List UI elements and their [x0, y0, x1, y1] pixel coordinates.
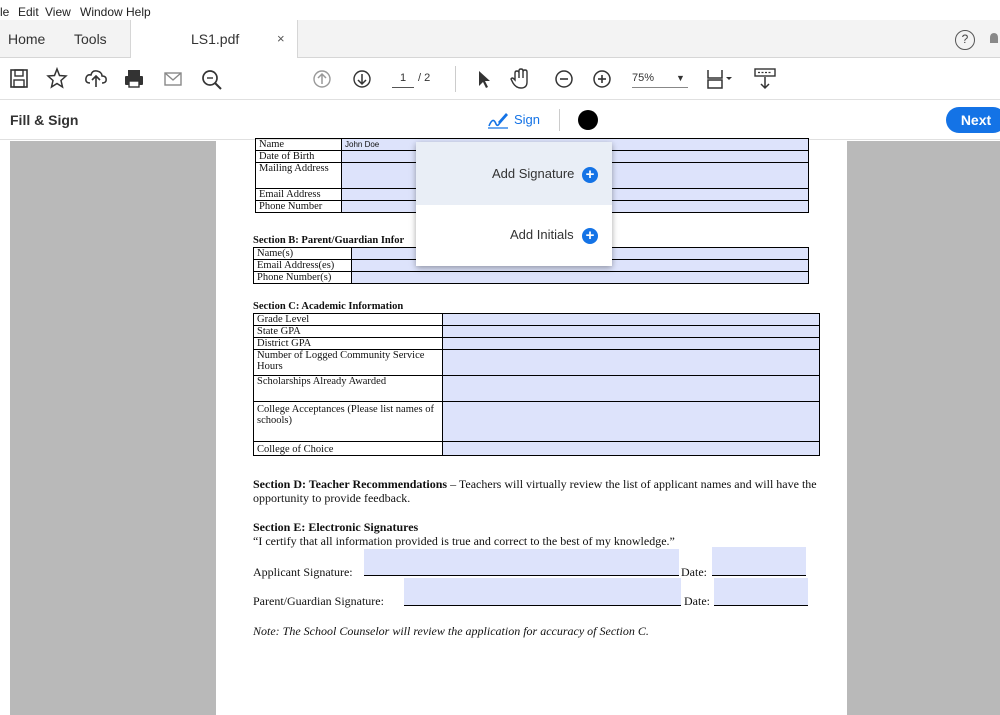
- applicant-date-label: Date:: [681, 565, 707, 579]
- menu-view[interactable]: View: [45, 5, 71, 19]
- state-gpa-field[interactable]: [442, 325, 820, 338]
- search-icon[interactable]: [200, 66, 224, 92]
- sign-dropdown-menu: Add Signature + Add Initials +: [416, 142, 612, 266]
- next-button[interactable]: Next: [946, 107, 1000, 133]
- page-up-icon[interactable]: [310, 66, 334, 92]
- menu-edit[interactable]: Edit: [18, 5, 39, 19]
- zoom-out-icon[interactable]: [552, 66, 576, 92]
- field-label: Grade Level: [253, 313, 443, 326]
- main-toolbar: 1 / 2 75% ▼: [0, 58, 1000, 100]
- page-number-input[interactable]: 1: [392, 68, 414, 88]
- pen-signature-icon: [486, 110, 510, 138]
- zoom-level-select[interactable]: 75% ▼: [632, 68, 688, 88]
- parent-date-label: Date:: [684, 594, 710, 608]
- select-cursor-icon[interactable]: [474, 66, 492, 92]
- guardian-phone-field[interactable]: [351, 271, 809, 284]
- table-row: Grade Level: [253, 313, 820, 326]
- section-c-table: Grade Level State GPA District GPA Numbe…: [253, 313, 820, 456]
- field-label: Email Address: [255, 188, 342, 201]
- field-label: Name: [255, 138, 342, 151]
- parent-signature-field[interactable]: [404, 578, 681, 606]
- table-row: Scholarships Already Awarded: [253, 375, 820, 402]
- table-row: College of Choice: [253, 441, 820, 456]
- plus-circle-icon: +: [582, 228, 598, 244]
- table-row: College Acceptances (Please list names o…: [253, 401, 820, 442]
- toolbar-divider: [455, 66, 456, 92]
- notification-icon[interactable]: [988, 30, 1000, 48]
- close-icon[interactable]: ×: [277, 20, 285, 58]
- fit-page-icon[interactable]: [704, 66, 734, 92]
- ink-color-picker[interactable]: [578, 110, 598, 130]
- applicant-signature-label: Applicant Signature:: [253, 565, 353, 579]
- section-b-title: Section B: Parent/Guardian Infor: [253, 235, 405, 246]
- field-label: Scholarships Already Awarded: [253, 375, 443, 402]
- add-initials-item[interactable]: Add Initials +: [416, 205, 612, 266]
- section-d-title: Section D: Teacher Recommendations: [253, 477, 448, 491]
- scroll-mode-icon[interactable]: [752, 66, 778, 92]
- page-down-icon[interactable]: [350, 66, 374, 92]
- district-gpa-field[interactable]: [442, 337, 820, 350]
- fill-sign-title: Fill & Sign: [10, 112, 79, 128]
- upload-cloud-icon[interactable]: [84, 66, 108, 92]
- applicant-date-field[interactable]: [712, 547, 806, 576]
- menu-file[interactable]: le: [0, 5, 9, 19]
- applicant-signature-field[interactable]: [364, 549, 679, 576]
- email-icon[interactable]: [162, 66, 184, 92]
- field-label: College of Choice: [253, 441, 443, 456]
- field-label: Name(s): [253, 247, 352, 260]
- hand-tool-icon[interactable]: [508, 66, 532, 92]
- parent-date-field[interactable]: [714, 578, 808, 606]
- print-icon[interactable]: [122, 66, 146, 92]
- field-label: Phone Number: [255, 200, 342, 213]
- tab-tools[interactable]: Tools: [74, 20, 107, 58]
- table-row: State GPA: [253, 325, 820, 338]
- college-of-choice-field[interactable]: [442, 441, 820, 456]
- tab-document-label: LS1.pdf: [191, 31, 240, 47]
- tab-document[interactable]: LS1.pdf ×: [130, 20, 298, 58]
- chevron-down-icon: ▼: [676, 73, 685, 83]
- plus-circle-icon: +: [582, 167, 598, 183]
- help-icon[interactable]: ?: [955, 30, 975, 50]
- counselor-note: Note: The School Counselor will review t…: [253, 624, 649, 638]
- viewer-left-edge: [0, 141, 10, 715]
- section-c-title: Section C: Academic Information: [253, 301, 404, 312]
- parent-signature-label: Parent/Guardian Signature:: [253, 594, 384, 608]
- fillbar-divider: [559, 109, 560, 131]
- certification-text: “I certify that all information provided…: [253, 534, 675, 548]
- section-d: Section D: Teacher Recommendations – Tea…: [253, 477, 833, 505]
- sign-button-label: Sign: [514, 112, 541, 127]
- section-e-title: Section E: Electronic Signatures: [253, 520, 419, 534]
- college-acceptances-field[interactable]: [442, 401, 820, 442]
- field-label: Number of Logged Community Service Hours: [253, 349, 443, 376]
- tab-home[interactable]: Home: [8, 20, 45, 58]
- field-label: Date of Birth: [255, 150, 342, 163]
- section-e: Section E: Electronic Signatures “I cert…: [253, 520, 833, 548]
- field-label: Email Address(es): [253, 259, 352, 272]
- tab-bar: Home Tools LS1.pdf × ?: [0, 20, 1000, 58]
- zoom-level-value: 75%: [632, 72, 655, 84]
- table-row: Number of Logged Community Service Hours: [253, 349, 820, 376]
- save-icon[interactable]: [8, 66, 30, 92]
- zoom-in-icon[interactable]: [590, 66, 614, 92]
- field-label: Phone Number(s): [253, 271, 352, 284]
- bookmark-star-icon[interactable]: [46, 66, 68, 92]
- page-total: / 2: [418, 72, 431, 84]
- table-row: Phone Number(s): [253, 271, 809, 284]
- service-hours-field[interactable]: [442, 349, 820, 376]
- table-row: District GPA: [253, 337, 820, 350]
- add-initials-label: Add Initials: [510, 227, 574, 242]
- grade-level-field[interactable]: [442, 313, 820, 326]
- field-label: State GPA: [253, 325, 443, 338]
- add-signature-label: Add Signature: [492, 166, 575, 181]
- fill-sign-toolbar: Fill & Sign Sign: [0, 100, 1000, 140]
- field-label: College Acceptances (Please list names o…: [253, 401, 443, 442]
- field-label: District GPA: [253, 337, 443, 350]
- menu-window[interactable]: Window: [80, 5, 123, 19]
- field-label: Mailing Address: [255, 162, 342, 189]
- scholarships-field[interactable]: [442, 375, 820, 402]
- menu-bar: le Edit View Window Help: [0, 0, 1000, 20]
- menu-help[interactable]: Help: [126, 5, 151, 19]
- add-signature-item[interactable]: Add Signature +: [416, 142, 612, 205]
